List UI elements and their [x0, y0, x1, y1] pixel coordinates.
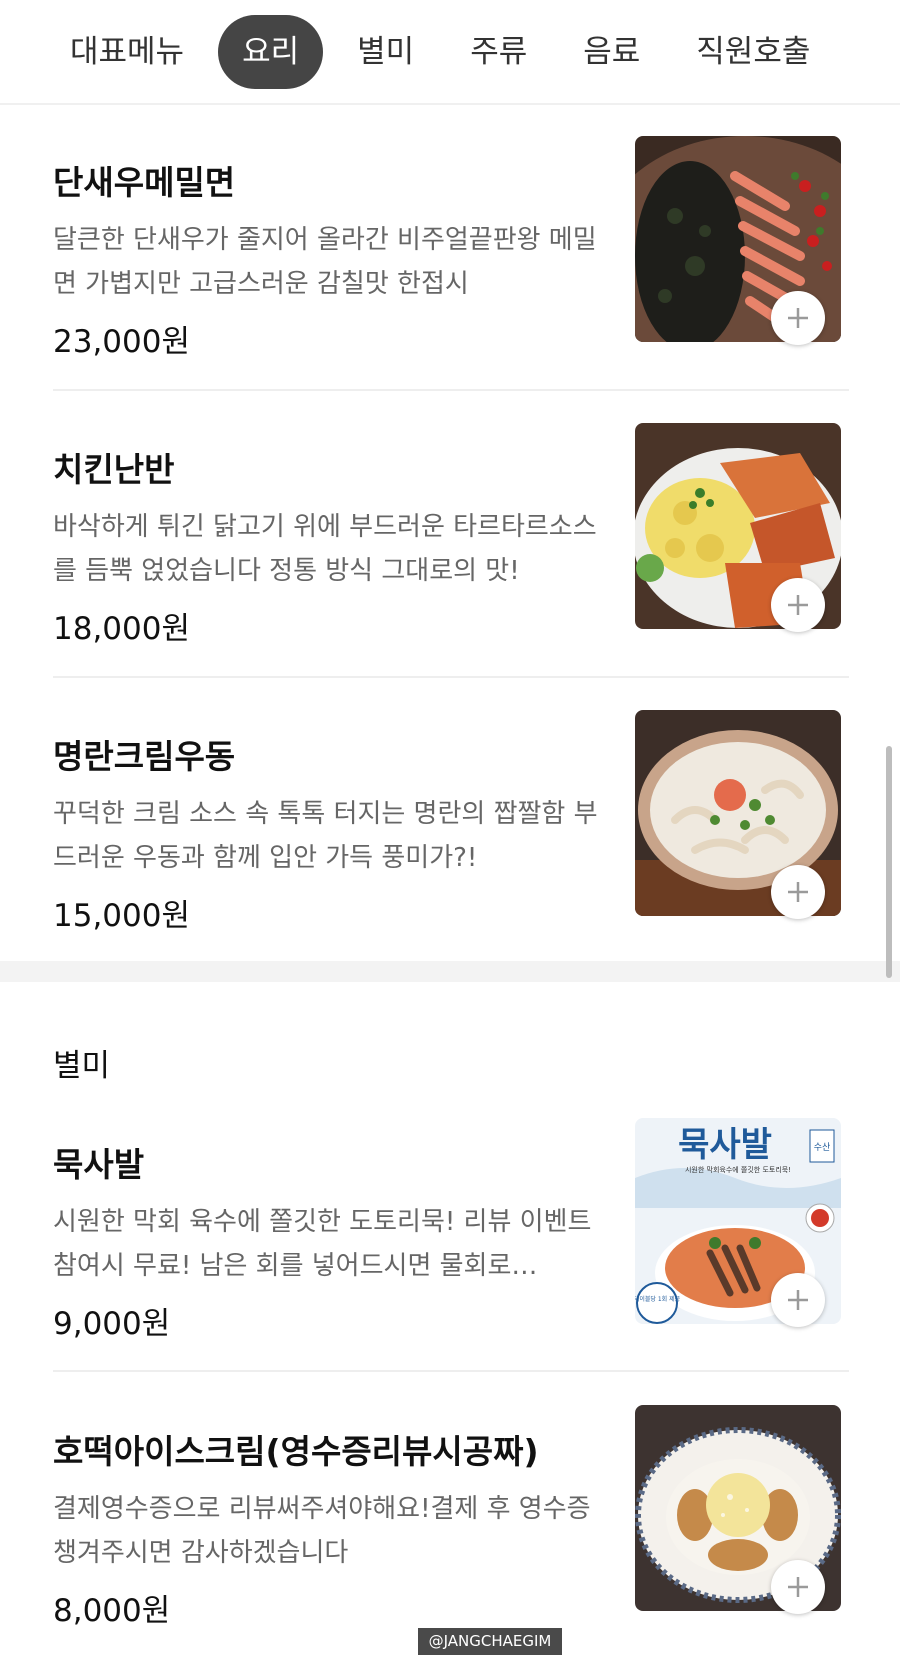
poster-badge: 테이블당 1회 제공: [635, 1295, 681, 1303]
item-name: 호떡아이스크림(영수증리뷰시공짜): [53, 1432, 539, 1471]
tab-liquor[interactable]: 주류: [448, 15, 549, 89]
tab-signature[interactable]: 대표메뉴: [48, 15, 206, 89]
item-description: 바삭하게 튀긴 닭고기 위에 부드러운 타르타르소스를 듬뿍 얹었습니다 정통 …: [53, 512, 597, 586]
item-price: 18,000원: [53, 611, 190, 647]
menu-item[interactable]: 명란크림우동 꾸덕한 크림 소스 속 톡톡 터지는 명란의 짭짤함 부드러운 우…: [53, 710, 849, 940]
menu-item[interactable]: 치킨난반 바삭하게 튀긴 닭고기 위에 부드러운 타르타르소스를 듬뿍 얹었습니…: [53, 423, 849, 653]
poster-subtitle: 시원한 막회육수에 쫄깃한 도토리묵!: [685, 1165, 791, 1174]
divider: [53, 389, 849, 391]
item-description: 꾸덕한 크림 소스 속 톡톡 터지는 명란의 짭짤함 부드러운 우동과 함께 입…: [53, 799, 598, 873]
item-price: 9,000원: [53, 1306, 171, 1342]
menu-item[interactable]: 호떡아이스크림(영수증리뷰시공짜) 결제영수증으로 리뷰써주셔야해요!결제 후 …: [53, 1405, 849, 1635]
add-to-cart-button[interactable]: [771, 578, 825, 632]
tab-specialties[interactable]: 별미: [335, 15, 436, 89]
tab-call-staff[interactable]: 직원호출: [674, 15, 832, 89]
item-description: 시원한 막회 육수에 쫄깃한 도토리묵! 리뷰 이벤트 참여시 무료! 남은 회…: [53, 1207, 592, 1281]
divider: [53, 1370, 849, 1372]
category-tab-bar: 대표메뉴 요리 별미 주류 음료 직원호출: [0, 0, 900, 105]
add-to-cart-button[interactable]: [771, 1560, 825, 1614]
add-to-cart-button[interactable]: [771, 291, 825, 345]
item-price: 23,000원: [53, 324, 190, 360]
item-name: 단새우메밀면: [53, 163, 236, 202]
tab-drinks[interactable]: 음료: [561, 15, 662, 89]
section-title: 별미: [53, 1048, 111, 1084]
add-to-cart-button[interactable]: [771, 1273, 825, 1327]
menu-item[interactable]: 묵사발 시원한 막회 육수에 쫄깃한 도토리묵! 리뷰 이벤트 참여시 무료! …: [53, 1118, 849, 1348]
item-description: 결제영수증으로 리뷰써주셔야해요!결제 후 영수증 챙겨주시면 감사하겠습니다: [53, 1494, 591, 1568]
poster-title: 묵사발: [678, 1125, 772, 1165]
scrollbar[interactable]: [886, 746, 892, 978]
item-name: 명란크림우동: [53, 737, 236, 776]
item-name: 치킨난반: [53, 450, 175, 489]
add-to-cart-button[interactable]: [771, 865, 825, 919]
item-price: 8,000원: [53, 1593, 171, 1629]
section-separator: [0, 961, 900, 982]
item-description: 달큰한 단새우가 줄지어 올라간 비주얼끝판왕 메밀면 가볍지만 고급스러운 감…: [53, 225, 597, 299]
watermark: @JANGCHAEGIM: [418, 1628, 562, 1655]
plus-icon: [788, 882, 808, 902]
item-name: 묵사발: [53, 1145, 145, 1184]
poster-brand: 수산: [814, 1142, 831, 1153]
plus-icon: [788, 1577, 808, 1597]
item-price: 15,000원: [53, 898, 190, 934]
divider: [53, 676, 849, 678]
plus-icon: [788, 1290, 808, 1310]
tab-dishes[interactable]: 요리: [218, 14, 324, 89]
menu-item[interactable]: 단새우메밀면 달큰한 단새우가 줄지어 올라간 비주얼끝판왕 메밀면 가볍지만 …: [53, 136, 849, 366]
plus-icon: [788, 308, 808, 328]
plus-icon: [788, 595, 808, 615]
